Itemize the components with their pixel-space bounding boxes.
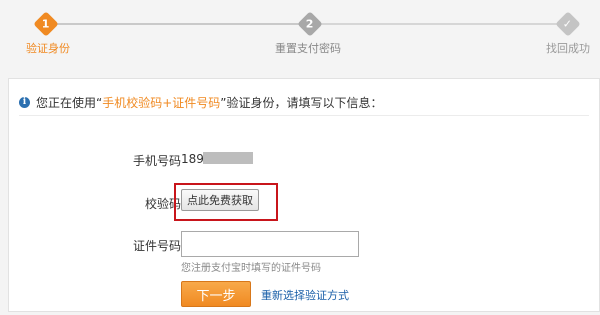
id-number-input[interactable] [181,231,359,257]
check-icon: ✓ [563,17,573,31]
info-icon: i [19,96,30,108]
id-number-hint: 您注册支付宝时填写的证件号码 [181,263,321,274]
get-code-button[interactable]: 点此免费获取 [181,189,259,211]
step-3-marker: ✓ [555,11,581,37]
step-1-number: 1 [42,17,50,31]
notice-prefix: 您正在使用“ [36,95,103,110]
reselect-method-link[interactable]: 重新选择验证方式 [261,287,349,303]
step-2-number: 2 [306,17,314,31]
step-1-label: 验证身份 [26,42,70,55]
step-3-label: 找回成功 [546,42,590,55]
progress-line-1 [49,23,310,25]
progress-steps: 1 2 ✓ 验证身份 重置支付密码 找回成功 [0,0,600,70]
phone-label: 手机号码 [132,154,181,168]
code-label: 校验码 [144,197,181,211]
next-step-button[interactable]: 下一步 [181,281,251,307]
notice-suffix: ”验证身份，请填写以下信息： [220,95,383,110]
verification-panel: i 您正在使用“ 手机校验码+证件号码 ”验证身份，请填写以下信息： 手机号码 … [8,78,600,312]
id-number-label: 证件号码 [132,239,181,253]
phone-value: 189 [181,152,204,166]
step-1-marker: 1 [33,11,59,37]
notice-bar: i 您正在使用“ 手机校验码+证件号码 ”验证身份，请填写以下信息： [19,89,589,116]
step-2-label: 重置支付密码 [275,42,341,55]
step-2-marker: 2 [297,11,323,37]
notice-highlight: 手机校验码+证件号码 [102,95,221,110]
masked-phone-digits [203,152,253,164]
progress-line-2 [318,23,570,25]
